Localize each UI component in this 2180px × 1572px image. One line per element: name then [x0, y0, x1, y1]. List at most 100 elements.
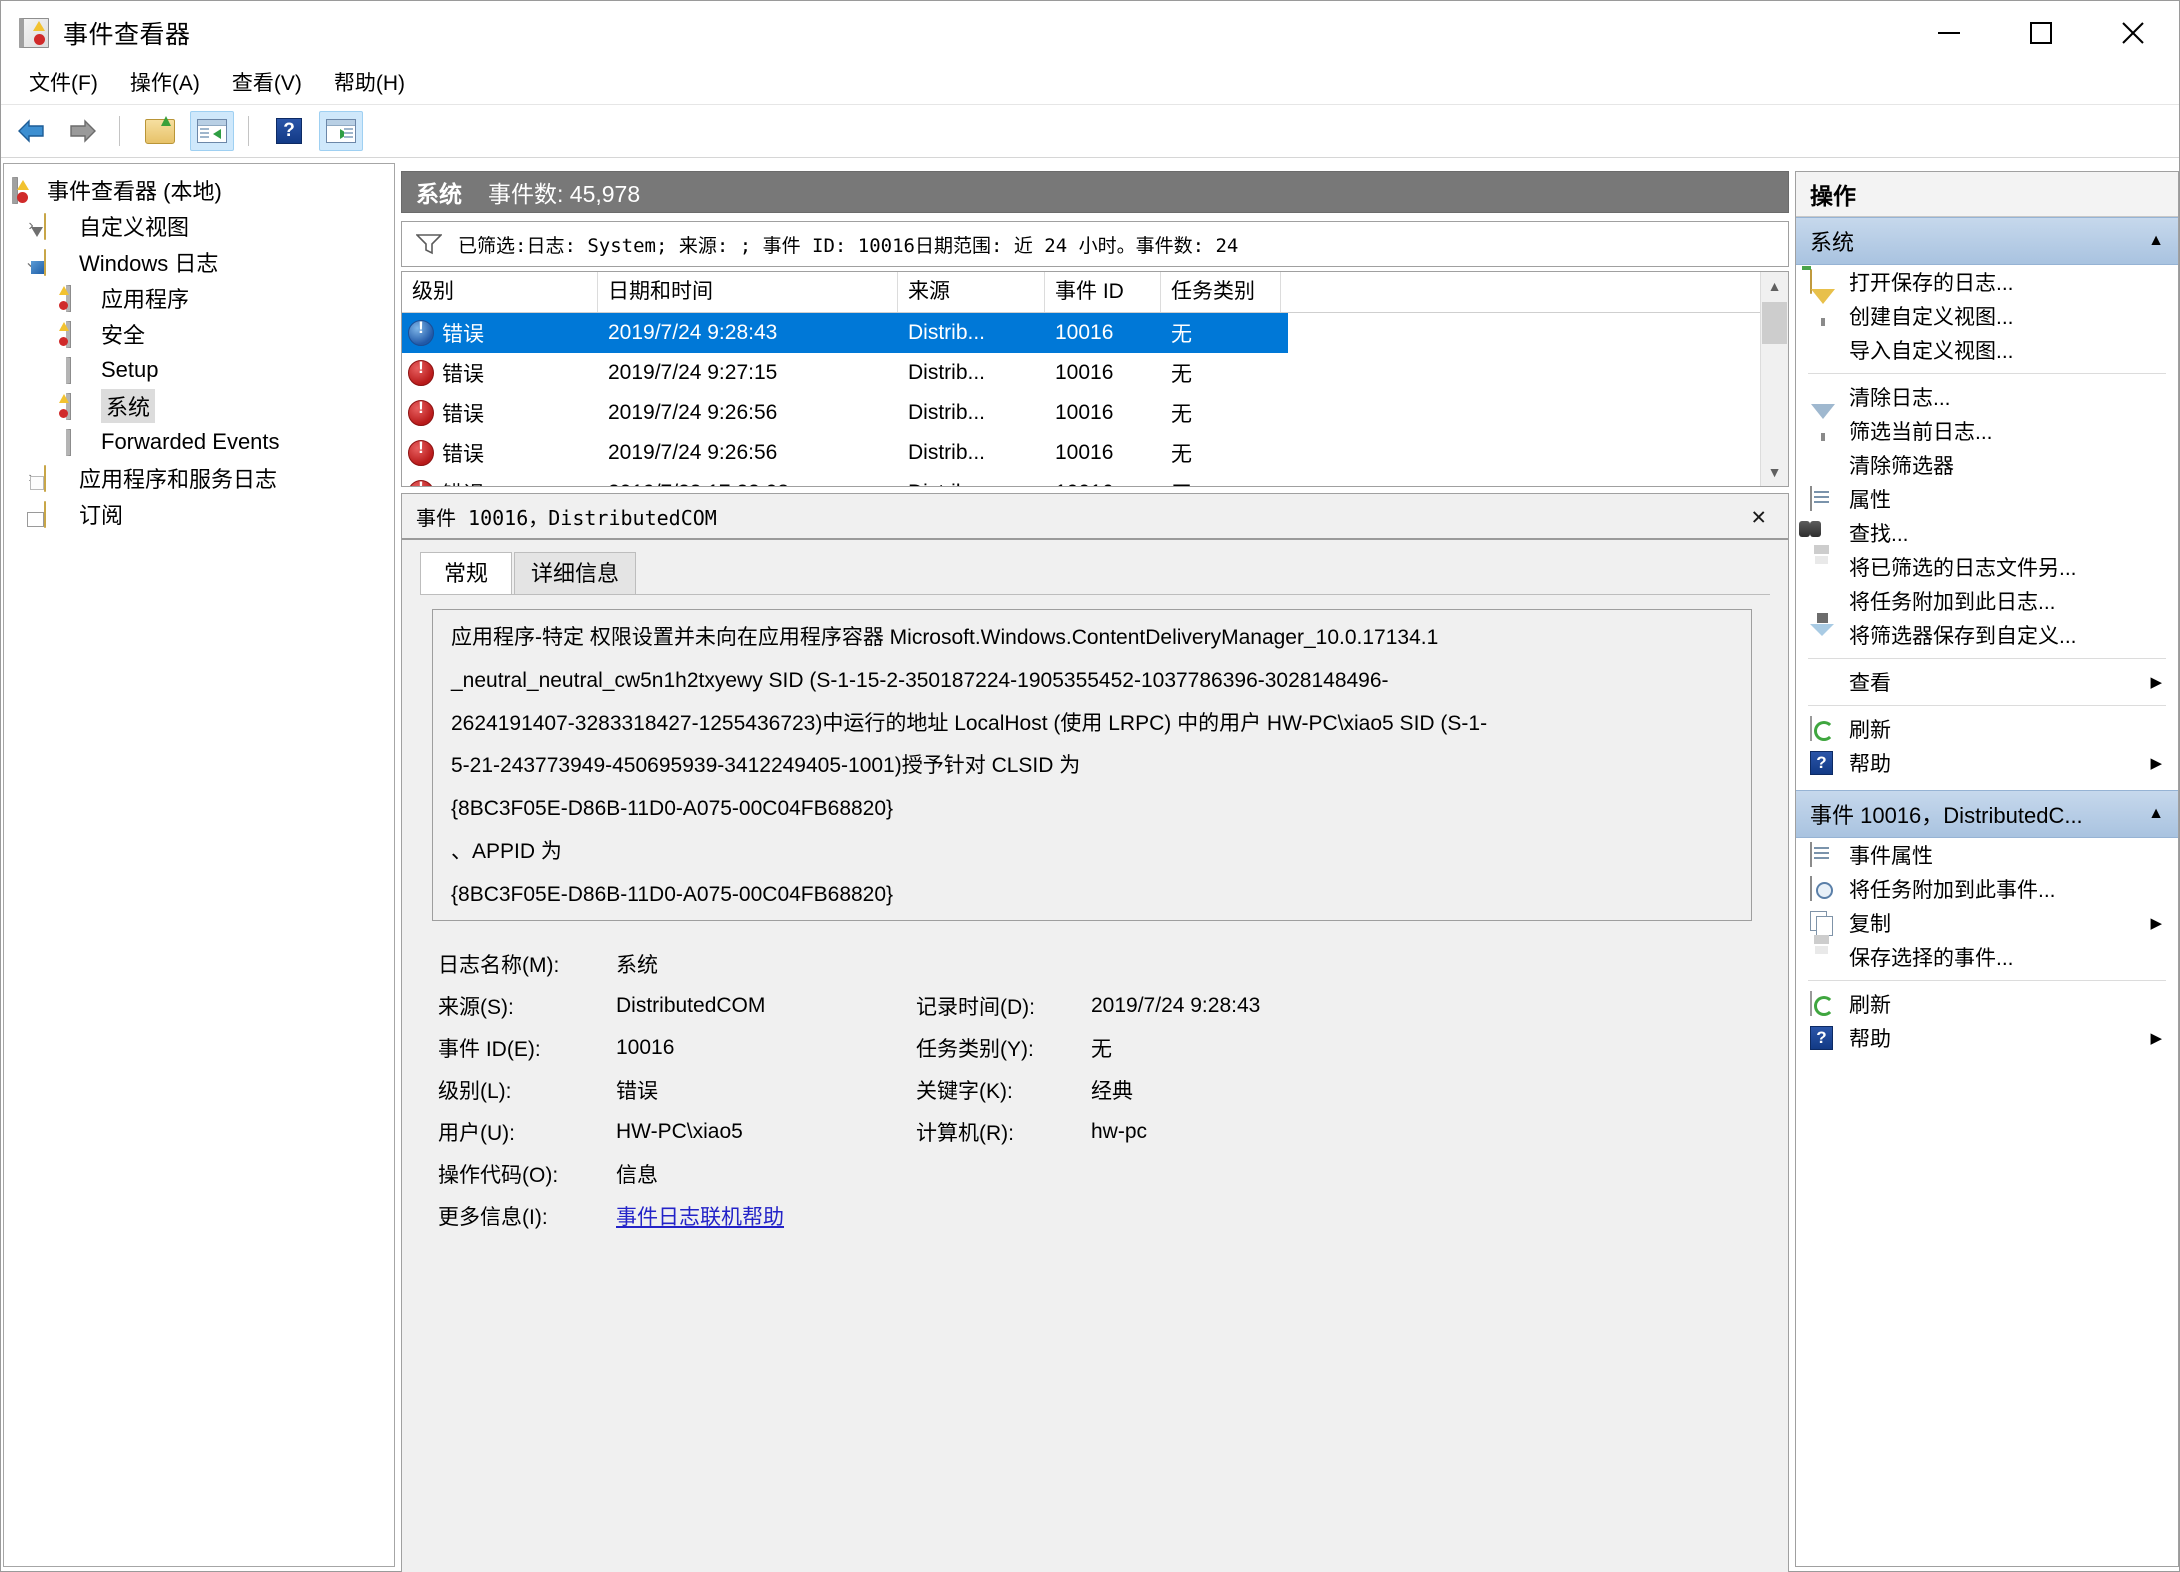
action-label: 清除筛选器	[1849, 455, 1954, 478]
scroll-up-icon[interactable]: ▲	[1761, 272, 1788, 300]
action-attach-task-to-event[interactable]: 将任务附加到此事件...	[1796, 872, 2178, 906]
no-icon	[1810, 453, 1836, 477]
show-action-pane-button[interactable]	[319, 111, 363, 151]
sidebar-item-forwarded-events[interactable]: Forwarded Events	[4, 424, 394, 460]
event-viewer-icon	[19, 17, 49, 48]
event-list-header: 级别 日期和时间 来源 事件 ID 任务类别	[402, 272, 1788, 313]
scroll-down-icon[interactable]: ▼	[1761, 458, 1788, 486]
sidebar-item-security[interactable]: 安全	[4, 316, 394, 352]
action-save-filter-to-custom-view[interactable]: 将筛选器保存到自定义...	[1796, 618, 2178, 652]
column-header-task-category[interactable]: 任务类别	[1161, 272, 1281, 312]
sidebar-item-label: 应用程序和服务日志	[79, 467, 278, 492]
chevron-right-icon[interactable]: ▶	[2150, 914, 2162, 932]
sidebar-item-label: Forwarded Events	[101, 429, 280, 454]
error-icon	[408, 358, 434, 386]
filter-status-bar[interactable]: 已筛选:日志: System; 来源: ; 事件 ID: 10016日期范围: …	[401, 221, 1789, 267]
close-icon[interactable]: ✕	[1752, 504, 1766, 528]
show-hide-action-pane-icon	[326, 119, 356, 143]
column-header-datetime[interactable]: 日期和时间	[598, 272, 898, 312]
scrollbar-thumb[interactable]	[1762, 302, 1787, 344]
tree-root[interactable]: 事件查看器 (本地)	[4, 172, 394, 208]
chevron-right-icon[interactable]: ▶	[2150, 673, 2162, 691]
show-console-tree-button[interactable]	[190, 111, 234, 151]
action-properties[interactable]: 属性	[1796, 482, 2178, 516]
action-save-selected-events[interactable]: 保存选择的事件...	[1796, 940, 2178, 974]
close-button[interactable]	[2087, 1, 2179, 64]
cell-level: 错误	[442, 478, 484, 486]
metadata-row-event-id: 事件 ID(E): 10016 任务类别(Y): 无	[438, 1031, 1788, 1065]
action-help[interactable]: ? 帮助 ▶	[1796, 746, 2178, 780]
log-name-value: 系统	[616, 954, 658, 977]
table-row[interactable]: 错误 2019/7/23 17:23:08 Distrib... 10016 无	[402, 473, 1788, 486]
filter-funnel-icon	[1810, 404, 1836, 443]
forward-button[interactable]	[61, 111, 105, 151]
action-import-custom-view[interactable]: 导入自定义视图...	[1796, 333, 2178, 367]
table-row[interactable]: 错误 2019/7/24 9:26:56 Distrib... 10016 无	[402, 393, 1788, 433]
menu-action[interactable]: 操作(A)	[114, 64, 216, 104]
action-help-event[interactable]: ? 帮助 ▶	[1796, 1021, 2178, 1055]
chevron-up-icon[interactable]: ▲	[2148, 232, 2164, 250]
action-refresh-event[interactable]: 刷新	[1796, 987, 2178, 1021]
menu-view[interactable]: 查看(V)	[216, 64, 318, 104]
action-clear-log[interactable]: 清除日志...	[1796, 380, 2178, 414]
sidebar-item-application[interactable]: 应用程序	[4, 280, 394, 316]
column-header-event-id[interactable]: 事件 ID	[1045, 272, 1161, 312]
event-log-online-help-link[interactable]: 事件日志联机帮助	[616, 1201, 916, 1231]
event-list-body: 错误 2019/7/24 9:28:43 Distrib... 10016 无 …	[402, 313, 1788, 486]
help-button[interactable]: ?	[267, 111, 311, 151]
action-save-filtered-log-as[interactable]: 将已筛选的日志文件另...	[1796, 550, 2178, 584]
no-icon	[1810, 589, 1836, 613]
table-row[interactable]: 错误 2019/7/24 9:26:56 Distrib... 10016 无	[402, 433, 1788, 473]
action-view[interactable]: 查看 ▶	[1796, 665, 2178, 699]
action-create-custom-view[interactable]: 创建自定义视图...	[1796, 289, 2178, 333]
action-find[interactable]: 查找...	[1796, 516, 2178, 550]
sidebar-item-custom-views[interactable]: › 自定义视图	[4, 208, 394, 244]
event-detail-panel: 事件 10016，DistributedCOM ✕ 常规 详细信息 应用程序-特…	[401, 493, 1789, 1572]
actions-group-system-header[interactable]: 系统 ▲	[1796, 217, 2178, 265]
maximize-button[interactable]	[1995, 1, 2087, 64]
event-message-line: 、APPID 为	[451, 839, 562, 863]
sidebar-item-windows-logs[interactable]: ⌄ Windows 日志	[4, 244, 394, 280]
cell-datetime: 2019/7/24 9:28:43	[608, 321, 778, 344]
sidebar-item-setup[interactable]: Setup	[4, 352, 394, 388]
cell-level: 错误	[442, 403, 484, 426]
sidebar-item-app-and-service-logs[interactable]: › 应用程序和服务日志	[4, 460, 394, 496]
tab-details[interactable]: 详细信息	[514, 552, 637, 594]
action-clear-filter[interactable]: 清除筛选器	[1796, 448, 2178, 482]
action-copy[interactable]: 复制 ▶	[1796, 906, 2178, 940]
event-detail-header: 事件 10016，DistributedCOM ✕	[402, 494, 1788, 540]
action-filter-current-log[interactable]: 筛选当前日志...	[1796, 404, 2178, 448]
menu-help[interactable]: 帮助(H)	[318, 64, 421, 104]
column-header-level[interactable]: 级别	[402, 272, 598, 312]
sidebar-item-system[interactable]: 系统	[4, 388, 394, 424]
chevron-right-icon[interactable]: ▶	[2150, 754, 2162, 772]
action-label: 事件属性	[1849, 845, 1933, 868]
chevron-right-icon[interactable]: ▶	[2150, 1029, 2162, 1047]
action-refresh[interactable]: 刷新	[1796, 712, 2178, 746]
source-label: 来源(S):	[438, 996, 514, 1019]
event-message-box[interactable]: 应用程序-特定 权限设置并未向在应用程序容器 Microsoft.Windows…	[432, 609, 1752, 921]
opcode-label: 操作代码(O):	[438, 1164, 559, 1187]
sidebar-item-label: 自定义视图	[79, 215, 190, 240]
back-button[interactable]	[9, 111, 53, 151]
action-event-properties[interactable]: 事件属性	[1796, 838, 2178, 872]
sidebar-item-subscriptions[interactable]: 订阅	[4, 496, 394, 532]
table-row[interactable]: 错误 2019/7/24 9:28:43 Distrib... 10016 无	[402, 313, 1288, 353]
actions-pane: 操作 系统 ▲ 打开保存的日志... 创建自定义视图... 导入自定义视图...…	[1795, 171, 2179, 1567]
menu-file[interactable]: 文件(F)	[13, 64, 114, 104]
event-list: 级别 日期和时间 来源 事件 ID 任务类别 错误 2019/7/24 9:28…	[401, 271, 1789, 487]
logged-label: 记录时间(D):	[916, 996, 1035, 1019]
minimize-button[interactable]	[1903, 1, 1995, 64]
column-header-source[interactable]: 来源	[898, 272, 1045, 312]
folder-plain-icon	[44, 465, 70, 492]
actions-group-event-header[interactable]: 事件 10016，DistributedC... ▲	[1796, 790, 2178, 838]
tab-general[interactable]: 常规	[420, 552, 512, 594]
table-row[interactable]: 错误 2019/7/24 9:27:15 Distrib... 10016 无	[402, 353, 1788, 393]
keywords-label: 关键字(K):	[916, 1080, 1013, 1103]
chevron-up-icon[interactable]: ▲	[2148, 805, 2164, 823]
back-arrow-icon	[16, 119, 46, 143]
action-attach-task-to-log[interactable]: 将任务附加到此日志...	[1796, 584, 2178, 618]
event-list-scrollbar[interactable]: ▲ ▼	[1760, 272, 1788, 486]
action-open-saved-log[interactable]: 打开保存的日志...	[1796, 265, 2178, 299]
open-folder-button[interactable]	[138, 111, 182, 151]
